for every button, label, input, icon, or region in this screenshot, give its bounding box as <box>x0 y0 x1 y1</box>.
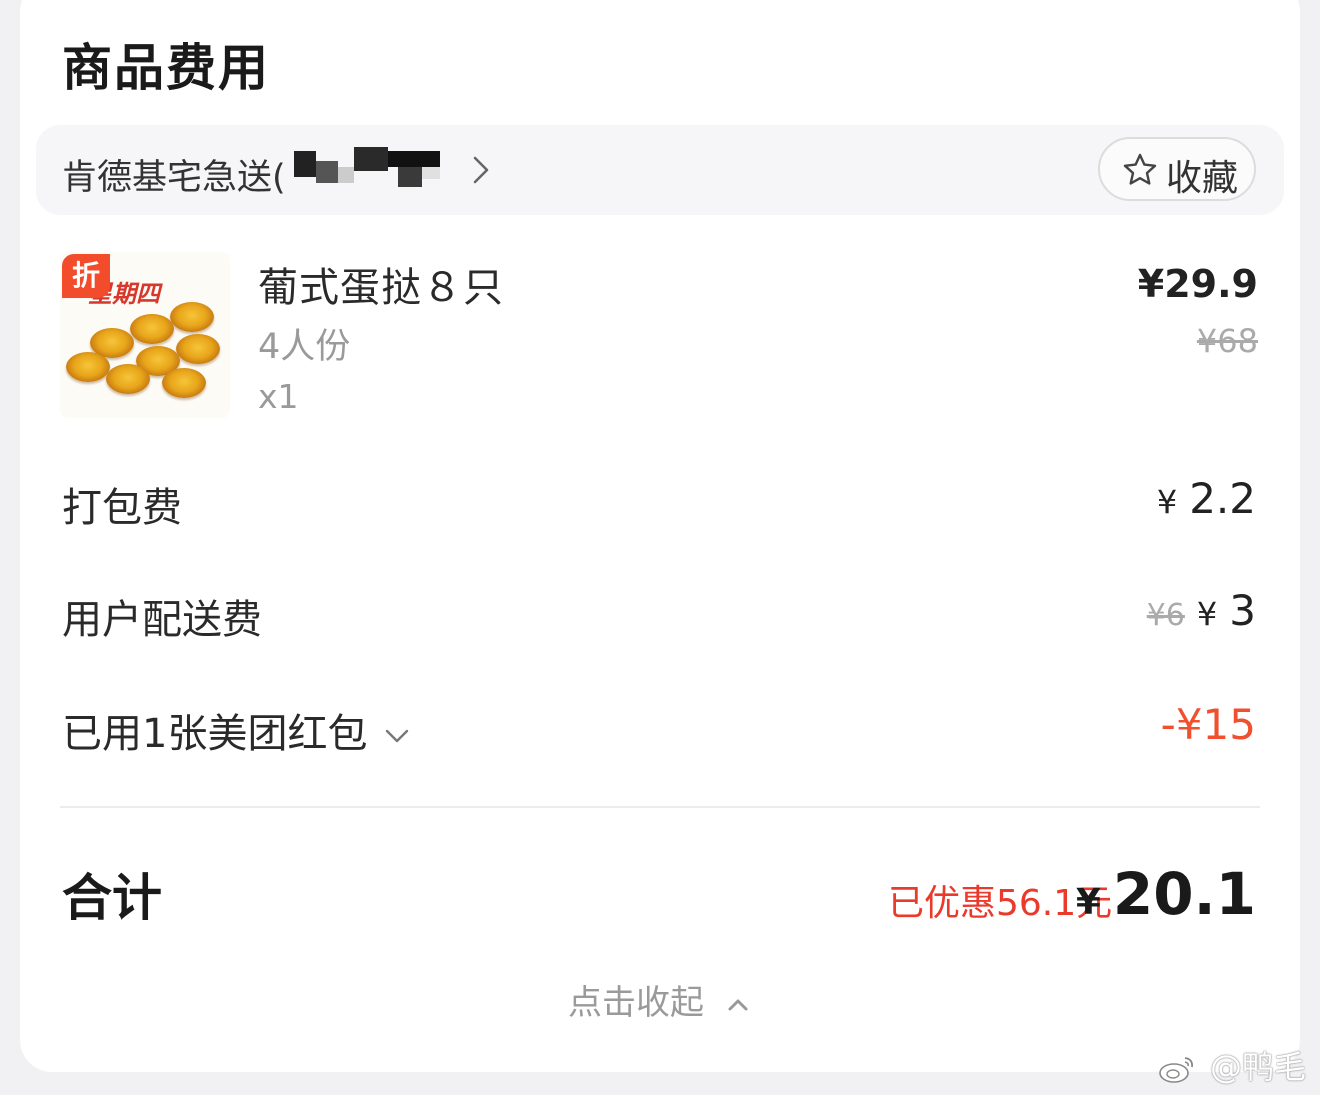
weibo-logo-icon <box>1159 1057 1193 1083</box>
packing-fee-label: 打包费 <box>62 485 182 531</box>
item-price: ¥29.9 <box>1137 262 1258 306</box>
section-title: 商品费用 <box>62 39 270 97</box>
item-quantity: x1 <box>258 377 299 416</box>
shop-bar[interactable]: 肯德基宅急送( 收藏 <box>36 125 1284 215</box>
chevron-up-icon <box>728 999 748 1010</box>
delivery-fee-original: ¥6 <box>1146 598 1185 633</box>
total-label: 合计 <box>62 869 162 927</box>
total-amount: ¥20.1 <box>1076 860 1256 928</box>
collapse-button[interactable]: 点击收起 <box>568 975 751 1024</box>
item-name: 葡式蛋挞８只 <box>258 265 504 311</box>
favorite-label: 收藏 <box>1166 158 1239 199</box>
divider <box>60 806 1260 808</box>
packing-fee-value: ¥2.2 <box>1157 474 1256 523</box>
redacted-shop-name <box>294 147 454 193</box>
discount-badge: 折 <box>62 254 110 298</box>
watermark: @鸭毛 <box>1158 1042 1306 1088</box>
coupon-row[interactable]: 已用1张美团红包 <box>62 701 410 759</box>
chevron-right-icon <box>473 156 489 184</box>
item-spec: 4人份 <box>258 327 351 367</box>
watermark-text: @鸭毛 <box>1209 1048 1306 1086</box>
chevron-down-icon <box>385 729 409 743</box>
total-value: 20.1 <box>1112 860 1256 928</box>
delivery-fee-amount: 3 <box>1229 586 1256 635</box>
currency-symbol: ¥ <box>1196 595 1218 633</box>
delivery-fee-label: 用户配送费 <box>62 597 262 643</box>
packing-fee-amount: 2.2 <box>1189 474 1256 523</box>
star-icon <box>1123 153 1157 185</box>
coupon-label: 已用1张美团红包 <box>62 711 368 757</box>
collapse-label: 点击收起 <box>568 983 704 1023</box>
delivery-fee-value: ¥6 ¥3 <box>1147 586 1256 635</box>
currency-symbol: ¥ <box>1075 882 1101 923</box>
favorite-button[interactable]: 收藏 <box>1098 137 1256 201</box>
item-original-price: ¥68 <box>1196 322 1258 360</box>
coupon-amount: -¥15 <box>1160 700 1256 749</box>
currency-symbol: ¥ <box>1156 483 1178 521</box>
shop-name: 肯德基宅急送( <box>62 158 286 198</box>
